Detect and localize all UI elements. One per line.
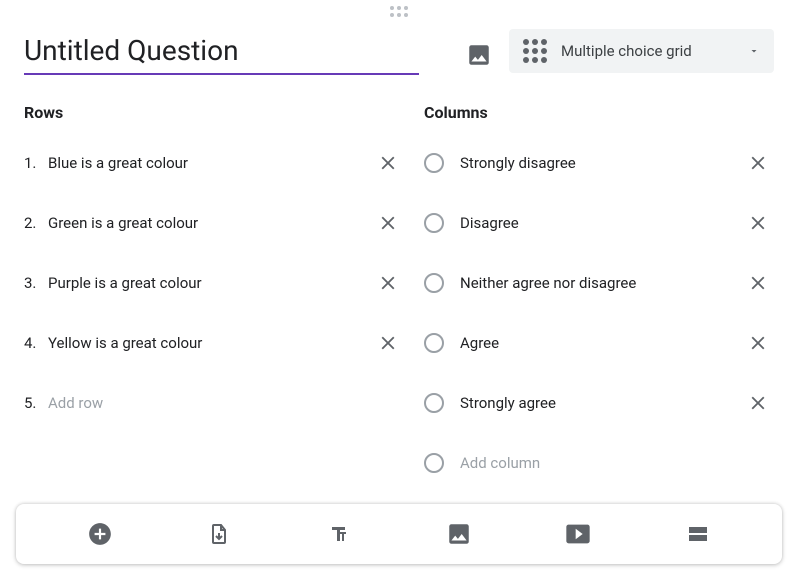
question-type-dropdown[interactable]: Multiple choice grid <box>509 29 774 73</box>
add-question-button[interactable] <box>86 520 114 548</box>
radio-icon <box>424 453 444 473</box>
remove-row-button[interactable] <box>372 332 404 354</box>
chevron-down-icon <box>748 45 760 57</box>
row-number: 4. <box>24 334 48 352</box>
column-label-input[interactable]: Strongly disagree <box>460 154 742 172</box>
import-questions-button[interactable] <box>205 520 233 548</box>
import-file-icon <box>207 522 231 546</box>
floating-toolbar <box>16 504 782 564</box>
close-icon <box>377 332 399 354</box>
text-tt-icon <box>327 522 351 546</box>
add-section-button[interactable] <box>684 520 712 548</box>
column-item: Disagree <box>424 200 774 246</box>
column-label-input[interactable]: Neither agree nor disagree <box>460 274 742 292</box>
add-image-button[interactable] <box>465 41 493 69</box>
drag-handle-icon <box>390 6 408 17</box>
add-column[interactable]: Add column <box>424 440 774 486</box>
close-icon <box>377 212 399 234</box>
row-number: 5. <box>24 394 48 412</box>
add-row[interactable]: 5. Add row <box>24 380 404 426</box>
column-item: Strongly agree <box>424 380 774 426</box>
add-circle-icon <box>87 521 113 547</box>
question-type-label: Multiple choice grid <box>561 42 734 60</box>
add-title-button[interactable] <box>325 520 353 548</box>
remove-row-button[interactable] <box>372 152 404 174</box>
close-icon <box>747 392 769 414</box>
section-icon <box>686 522 710 546</box>
remove-row-button[interactable] <box>372 212 404 234</box>
column-label-input[interactable]: Disagree <box>460 214 742 232</box>
add-row-placeholder: Add row <box>48 394 404 412</box>
video-icon <box>564 520 592 548</box>
drag-handle[interactable] <box>0 0 798 23</box>
remove-column-button[interactable] <box>742 272 774 294</box>
radio-icon <box>424 393 444 413</box>
row-item: 3. Purple is a great colour <box>24 260 404 306</box>
row-number: 2. <box>24 214 48 232</box>
remove-column-button[interactable] <box>742 212 774 234</box>
radio-icon <box>424 333 444 353</box>
close-icon <box>747 152 769 174</box>
columns-heading: Columns <box>424 103 774 122</box>
close-icon <box>747 212 769 234</box>
column-item: Neither agree nor disagree <box>424 260 774 306</box>
close-icon <box>377 272 399 294</box>
column-item: Strongly disagree <box>424 140 774 186</box>
row-number: 3. <box>24 274 48 292</box>
close-icon <box>377 152 399 174</box>
rows-heading: Rows <box>24 103 404 122</box>
remove-column-button[interactable] <box>742 152 774 174</box>
column-item: Agree <box>424 320 774 366</box>
row-item: 4. Yellow is a great colour <box>24 320 404 366</box>
column-label-input[interactable]: Agree <box>460 334 742 352</box>
column-label-input[interactable]: Strongly agree <box>460 394 742 412</box>
row-number: 1. <box>24 154 48 172</box>
remove-row-button[interactable] <box>372 272 404 294</box>
close-icon <box>747 332 769 354</box>
row-label-input[interactable]: Green is a great colour <box>48 214 372 232</box>
remove-column-button[interactable] <box>742 332 774 354</box>
add-image-toolbar-button[interactable] <box>445 520 473 548</box>
question-title-input[interactable] <box>24 29 419 75</box>
add-column-placeholder: Add column <box>460 454 774 472</box>
image-icon <box>466 42 492 68</box>
grid-icon <box>523 39 547 63</box>
close-icon <box>747 272 769 294</box>
remove-column-button[interactable] <box>742 392 774 414</box>
row-item: 1. Blue is a great colour <box>24 140 404 186</box>
add-video-button[interactable] <box>564 520 592 548</box>
row-label-input[interactable]: Yellow is a great colour <box>48 334 372 352</box>
radio-icon <box>424 273 444 293</box>
row-label-input[interactable]: Blue is a great colour <box>48 154 372 172</box>
row-label-input[interactable]: Purple is a great colour <box>48 274 372 292</box>
row-item: 2. Green is a great colour <box>24 200 404 246</box>
radio-icon <box>424 213 444 233</box>
radio-icon <box>424 153 444 173</box>
image-icon <box>446 521 472 547</box>
